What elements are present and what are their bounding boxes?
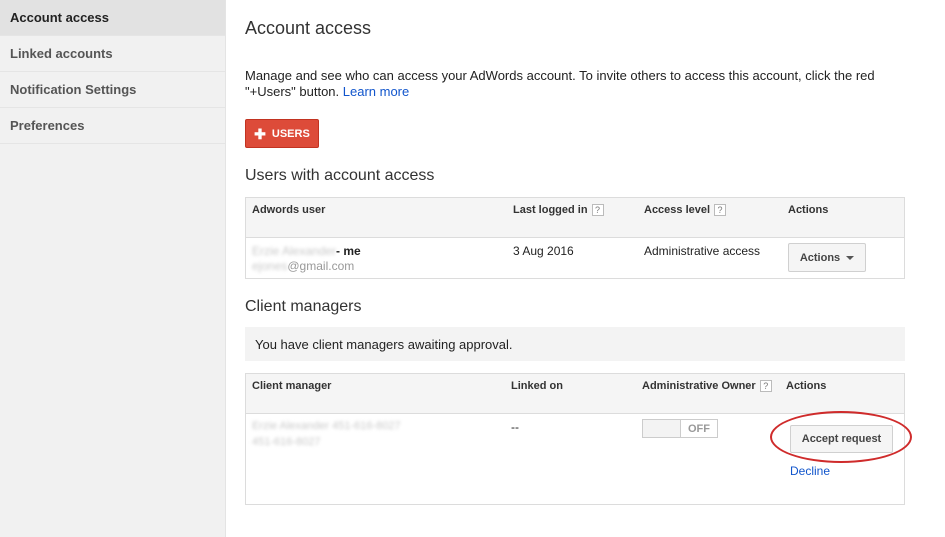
col-access-level-label: Access level (644, 204, 711, 216)
pending-approval-notice: You have client managers awaiting approv… (245, 327, 905, 361)
col-administrative-owner-label: Administrative Owner (642, 380, 756, 392)
add-users-button[interactable]: ✚ USERS (245, 119, 319, 148)
pending-approval-text: You have client managers awaiting approv… (255, 336, 513, 352)
sidebar-item-notification-settings[interactable]: Notification Settings (0, 72, 225, 108)
col-last-logged-in-label: Last logged in (513, 204, 588, 216)
sidebar-item-account-access[interactable]: Account access (0, 0, 225, 36)
users-section-title: Users with account access (245, 167, 435, 184)
sidebar-item-preferences[interactable]: Preferences (0, 108, 225, 144)
col-adwords-user: Adwords user (252, 204, 325, 216)
client-table-header: Client manager Linked on Administrative … (246, 374, 904, 414)
help-icon[interactable]: ? (714, 204, 727, 216)
decline-link[interactable]: Decline (790, 464, 830, 478)
col-linked-on: Linked on (511, 380, 563, 392)
sidebar: Account access Linked accounts Notificat… (0, 0, 226, 537)
user-name-redacted: Erzie Alexander (252, 244, 337, 258)
client-managers-table: Client manager Linked on Administrative … (245, 373, 905, 505)
accept-request-label: Accept request (801, 433, 882, 445)
intro-description: Manage and see who can access your AdWor… (245, 68, 875, 99)
col-actions: Actions (788, 204, 828, 216)
client-manager-cell: Erzie Alexander 451-616-8027 451-616-802… (252, 418, 401, 450)
user-email-domain: @gmail.com (287, 259, 355, 273)
administrative-owner-toggle[interactable]: OFF (642, 419, 718, 438)
col-actions-label: Actions (788, 204, 829, 216)
client-manager-name-redacted: Erzie Alexander 451-616-8027 (252, 420, 401, 432)
col-last-logged-in: Last logged in ? (513, 204, 604, 216)
page-title: Account access (245, 18, 372, 38)
col-linked-on-label: Linked on (511, 380, 563, 392)
help-icon[interactable]: ? (591, 204, 604, 216)
add-users-label: USERS (271, 127, 310, 140)
help-icon[interactable]: ? (759, 380, 772, 392)
plus-icon: ✚ (254, 125, 266, 142)
toggle-knob (643, 420, 681, 437)
users-table: Adwords user Last logged in ? Access lev… (245, 197, 905, 279)
learn-more-link[interactable]: Learn more (343, 84, 409, 99)
col-client-actions: Actions (786, 380, 826, 392)
user-cell: Erzie Alexander- me ejones@gmail.com (252, 244, 361, 273)
col-adwords-user-label: Adwords user (252, 204, 326, 216)
me-suffix: - me (336, 244, 361, 258)
users-table-header: Adwords user Last logged in ? Access lev… (246, 198, 904, 238)
actions-dropdown-button[interactable]: Actions (788, 243, 866, 272)
access-level-value: Administrative access (644, 244, 761, 258)
toggle-off-label: OFF (688, 422, 710, 435)
intro-text: Manage and see who can access your AdWor… (245, 68, 900, 100)
col-administrative-owner: Administrative Owner ? (642, 380, 772, 392)
sidebar-item-linked-accounts[interactable]: Linked accounts (0, 36, 225, 72)
actions-button-label: Actions (799, 251, 841, 264)
client-manager-id-redacted: 451-616-8027 (252, 436, 321, 448)
client-managers-title: Client managers (245, 298, 362, 315)
chevron-down-icon (846, 255, 855, 260)
linked-on-value: -- (511, 420, 519, 434)
col-client-manager-label: Client manager (252, 380, 332, 392)
col-access-level: Access level ? (644, 204, 727, 216)
col-client-actions-label: Actions (786, 380, 827, 392)
last-logged-value: 3 Aug 2016 (513, 244, 574, 258)
col-client-manager: Client manager (252, 380, 331, 392)
accept-request-button[interactable]: Accept request (790, 425, 893, 453)
user-email-redacted: ejones (252, 259, 288, 273)
